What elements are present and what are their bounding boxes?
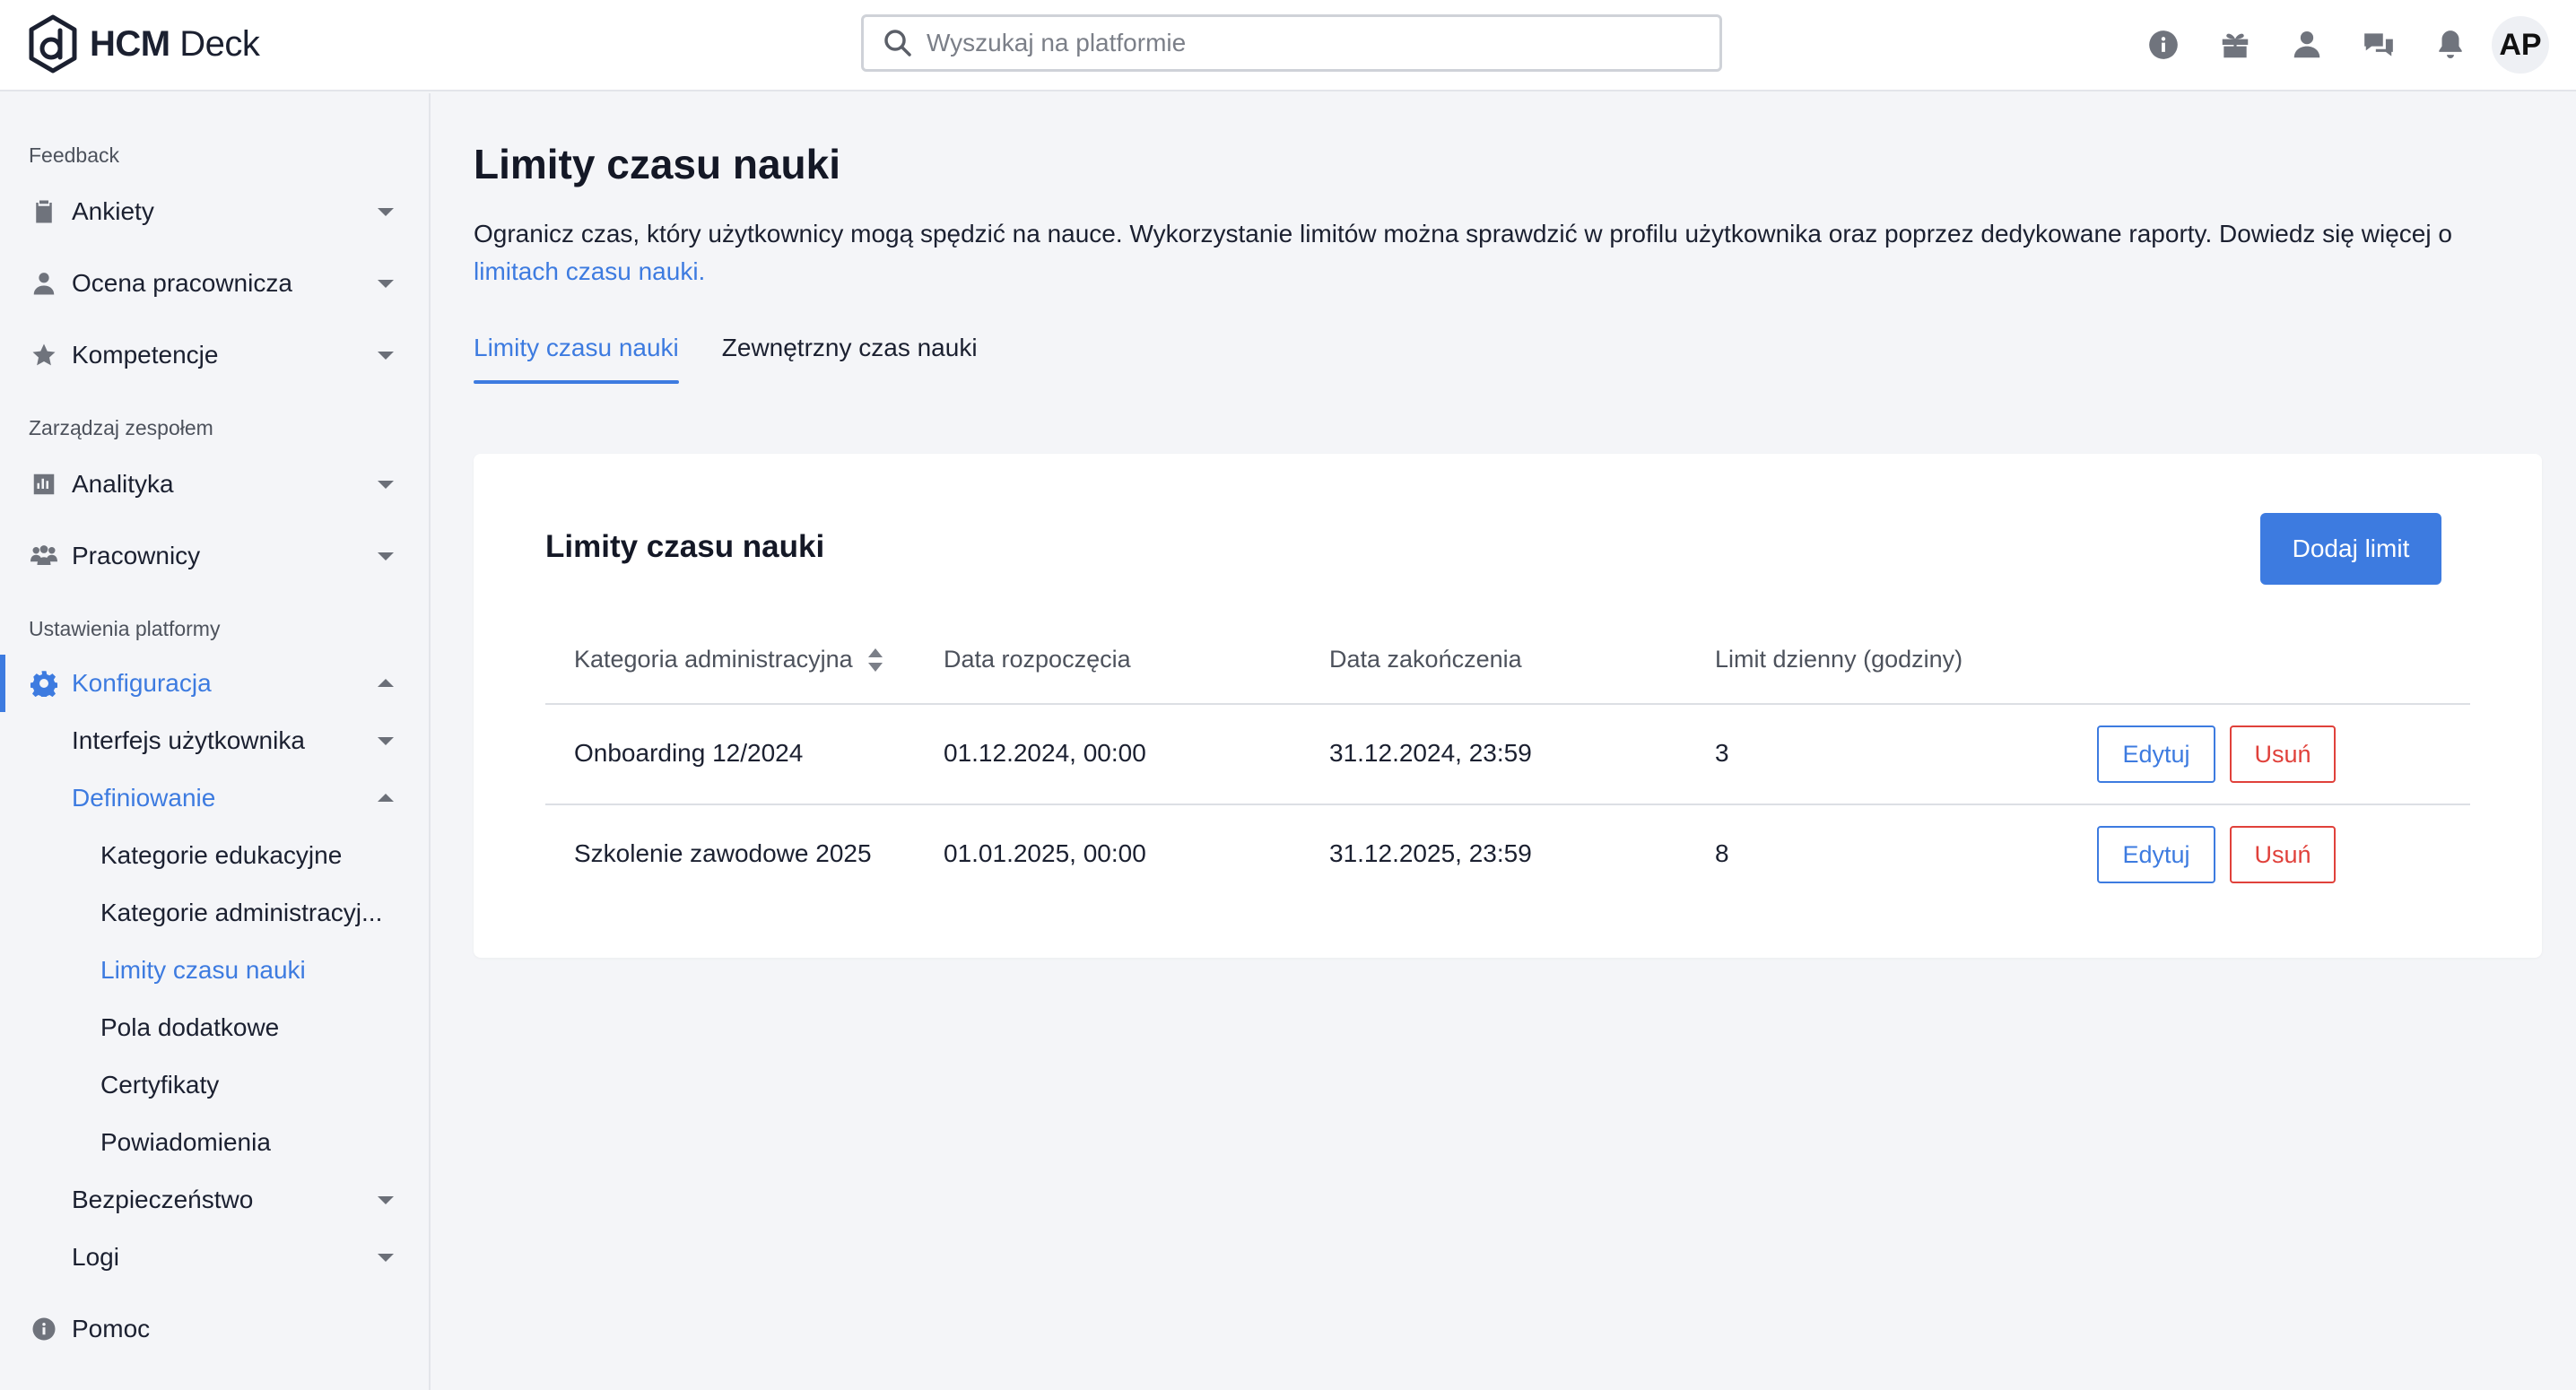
sidebar-item-bezpieczenstwo[interactable]: Bezpieczeństwo bbox=[0, 1171, 429, 1229]
limits-table: Kategoria administracyjna Data rozpoczęc… bbox=[545, 615, 2470, 906]
info-icon bbox=[32, 1317, 56, 1341]
cell-end-date: 31.12.2024, 23:59 bbox=[1329, 739, 1532, 767]
sidebar-item-konfiguracja[interactable]: Konfiguracja bbox=[0, 655, 429, 712]
profile-button[interactable] bbox=[2271, 16, 2343, 74]
add-limit-button[interactable]: Dodaj limit bbox=[2260, 513, 2441, 585]
edit-button[interactable]: Edytuj bbox=[2097, 826, 2215, 883]
delete-button[interactable]: Usuń bbox=[2230, 826, 2336, 883]
chevron-down-icon bbox=[378, 552, 394, 560]
column-header-data-rozpoczecia: Data rozpoczęcia bbox=[944, 646, 1131, 673]
gear-icon bbox=[30, 671, 57, 697]
notifications-button[interactable] bbox=[2415, 16, 2486, 74]
sidebar-item-definiowanie[interactable]: Definiowanie bbox=[0, 769, 429, 827]
chevron-up-icon bbox=[378, 794, 394, 802]
search-icon bbox=[884, 30, 911, 56]
info-button[interactable] bbox=[2128, 16, 2199, 74]
sidebar-item-kategorie-edukacyjne[interactable]: Kategorie edukacyjne bbox=[0, 827, 429, 884]
search-input[interactable] bbox=[927, 29, 1719, 57]
main-content: Limity czasu nauki Ogranicz czas, który … bbox=[432, 93, 2576, 1390]
gift-button[interactable] bbox=[2199, 16, 2271, 74]
user-tie-icon bbox=[33, 273, 55, 295]
column-header-kategoria[interactable]: Kategoria administracyjna bbox=[574, 646, 885, 673]
sort-icon bbox=[867, 647, 883, 672]
limits-card: Limity czasu nauki Dodaj limit Kategoria… bbox=[474, 454, 2542, 958]
learn-more-link[interactable]: limitach czasu nauki. bbox=[474, 257, 705, 285]
cell-start-date: 01.12.2024, 00:00 bbox=[944, 739, 1146, 767]
sidebar-item-pomoc[interactable]: Pomoc bbox=[0, 1300, 429, 1358]
column-header-limit-dzienny: Limit dzienny (godziny) bbox=[1715, 646, 1963, 673]
cell-category: Onboarding 12/2024 bbox=[574, 739, 804, 767]
sidebar-item-kategorie-administracyjne[interactable]: Kategorie administracyj... bbox=[0, 884, 429, 942]
cell-category: Szkolenie zawodowe 2025 bbox=[574, 839, 872, 867]
sidebar-item-certyfikaty[interactable]: Certyfikaty bbox=[0, 1056, 429, 1114]
sidebar-item-kompetencje[interactable]: Kompetencje bbox=[0, 326, 429, 384]
search-bar bbox=[861, 14, 1722, 72]
chevron-down-icon bbox=[378, 352, 394, 360]
cell-end-date: 31.12.2025, 23:59 bbox=[1329, 839, 1532, 867]
sidebar-item-pracownicy[interactable]: Pracownicy bbox=[0, 527, 429, 585]
cell-daily-limit: 3 bbox=[1715, 739, 1729, 767]
active-indicator bbox=[0, 655, 5, 712]
hcm-deck-logo-icon bbox=[29, 14, 77, 74]
sidebar-item-limity-czasu-nauki[interactable]: Limity czasu nauki bbox=[0, 942, 429, 999]
chat-icon bbox=[2364, 33, 2393, 56]
column-header-data-zakonczenia: Data zakończenia bbox=[1329, 646, 1522, 673]
cell-start-date: 01.01.2025, 00:00 bbox=[944, 839, 1146, 867]
chevron-down-icon bbox=[378, 1254, 394, 1262]
sidebar-item-pola-dodatkowe[interactable]: Pola dodatkowe bbox=[0, 999, 429, 1056]
gift-icon bbox=[2222, 33, 2249, 58]
users-icon bbox=[30, 545, 57, 565]
star-icon bbox=[32, 343, 56, 366]
logo[interactable]: HCM Deck bbox=[27, 13, 260, 75]
table-header: Kategoria administracyjna Data rozpoczęc… bbox=[545, 615, 2470, 705]
sidebar-item-analityka[interactable]: Analityka bbox=[0, 456, 429, 513]
bar-chart-icon bbox=[33, 473, 55, 495]
chevron-up-icon bbox=[378, 679, 394, 687]
card-title: Limity czasu nauki bbox=[545, 529, 825, 564]
sidebar-item-logi[interactable]: Logi bbox=[0, 1229, 429, 1286]
edit-button[interactable]: Edytuj bbox=[2097, 725, 2215, 783]
sidebar: Feedback Ankiety Ocena pracownicza Kompe… bbox=[0, 93, 431, 1390]
table-row: Szkolenie zawodowe 2025 01.01.2025, 00:0… bbox=[545, 805, 2470, 906]
tab-limity-czasu-nauki[interactable]: Limity czasu nauki bbox=[474, 334, 679, 384]
section-platform: Ustawienia platformy bbox=[29, 617, 221, 640]
section-feedback: Feedback bbox=[29, 143, 120, 167]
clipboard-icon bbox=[36, 200, 52, 223]
logo-text: HCM Deck bbox=[90, 23, 260, 64]
chevron-down-icon bbox=[378, 481, 394, 489]
table-row: Onboarding 12/2024 01.12.2024, 00:00 31.… bbox=[545, 705, 2470, 805]
tab-zewnetrzny-czas-nauki[interactable]: Zewnętrzny czas nauki bbox=[722, 334, 978, 384]
sidebar-item-ankiety[interactable]: Ankiety bbox=[0, 183, 429, 240]
page-title: Limity czasu nauki bbox=[474, 141, 841, 187]
bell-icon bbox=[2439, 30, 2462, 59]
messages-button[interactable] bbox=[2343, 16, 2415, 74]
top-header: HCM Deck AP bbox=[0, 0, 2576, 91]
section-team: Zarządzaj zespołem bbox=[29, 416, 213, 439]
avatar[interactable]: AP bbox=[2492, 16, 2549, 74]
tabs: Limity czasu nauki Zewnętrzny czas nauki bbox=[474, 334, 1021, 384]
chevron-down-icon bbox=[378, 1196, 394, 1204]
sidebar-item-interfejs[interactable]: Interfejs użytkownika bbox=[0, 712, 429, 769]
sidebar-item-powiadomienia[interactable]: Powiadomienia bbox=[0, 1114, 429, 1171]
delete-button[interactable]: Usuń bbox=[2230, 725, 2336, 783]
chevron-down-icon bbox=[378, 737, 394, 745]
sidebar-item-ocena[interactable]: Ocena pracownicza bbox=[0, 255, 429, 312]
chevron-down-icon bbox=[378, 280, 394, 288]
cell-daily-limit: 8 bbox=[1715, 839, 1729, 867]
chevron-down-icon bbox=[378, 208, 394, 216]
info-icon bbox=[2149, 30, 2178, 59]
header-actions: AP bbox=[2128, 16, 2549, 74]
page-description: Ogranicz czas, który użytkownicy mogą sp… bbox=[474, 220, 2452, 285]
user-icon bbox=[2293, 30, 2320, 58]
